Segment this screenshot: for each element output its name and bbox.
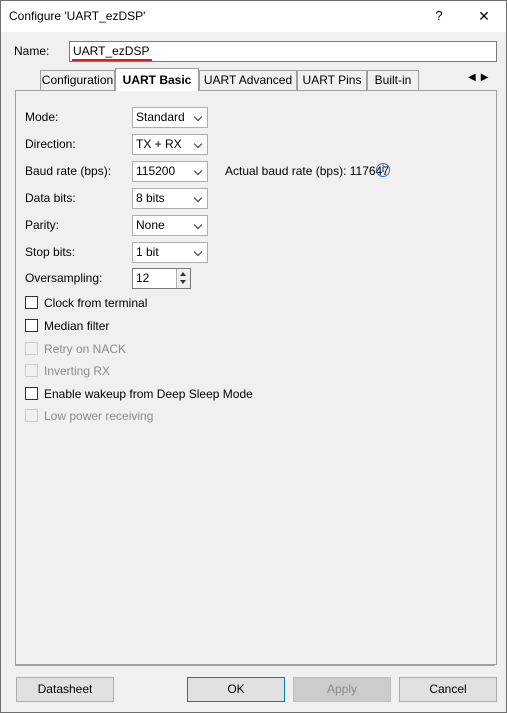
median-filter-label[interactable]: Median filter — [44, 319, 109, 333]
direction-select[interactable]: TX + RX — [132, 134, 208, 155]
window-title: Configure 'UART_ezDSP' — [9, 9, 146, 23]
stop-bits-value: 1 bit — [136, 245, 159, 259]
mode-label: Mode: — [25, 110, 59, 124]
name-field[interactable]: UART_ezDSP — [69, 41, 497, 62]
data-bits-select[interactable]: 8 bits — [132, 188, 208, 209]
tab-uart-basic[interactable]: UART Basic — [115, 68, 199, 91]
mode-value: Standard — [136, 110, 185, 124]
data-bits-label: Data bits: — [25, 191, 76, 205]
name-label: Name: — [14, 44, 50, 58]
chevron-down-icon — [193, 139, 203, 149]
tab-scroll-left-icon[interactable]: ◀ — [468, 72, 481, 83]
enable-wakeup-label[interactable]: Enable wakeup from Deep Sleep Mode — [44, 387, 253, 401]
low-power-receiving-label: Low power receiving — [44, 409, 154, 423]
stop-bits-label: Stop bits: — [25, 245, 76, 259]
stepper-buttons — [176, 269, 190, 288]
low-power-receiving-checkbox — [25, 409, 38, 422]
help-icon[interactable]: ? — [429, 5, 449, 27]
baud-rate-label: Baud rate (bps): — [25, 164, 112, 178]
direction-value: TX + RX — [136, 137, 182, 151]
chevron-down-icon — [193, 220, 203, 230]
tab-built-in[interactable]: Built-in — [367, 70, 419, 90]
stepper-up-icon[interactable] — [180, 272, 186, 276]
parity-value: None — [136, 218, 165, 232]
apply-button: Apply — [293, 677, 391, 702]
oversampling-stepper[interactable]: 12 — [132, 268, 191, 289]
tab-uart-pins[interactable]: UART Pins — [297, 70, 367, 90]
baud-rate-value: 115200 — [136, 164, 176, 178]
tab-scroll-right-icon[interactable]: ▶ — [481, 72, 494, 83]
mode-select[interactable]: Standard — [132, 107, 208, 128]
direction-label: Direction: — [25, 137, 76, 151]
median-filter-checkbox[interactable] — [25, 319, 38, 332]
baud-rate-select[interactable]: 115200 — [132, 161, 208, 182]
stepper-down-icon[interactable] — [180, 280, 186, 284]
inverting-rx-checkbox — [25, 364, 38, 377]
info-icon[interactable]: i — [376, 163, 390, 177]
chevron-down-icon — [193, 166, 203, 176]
chevron-down-icon — [193, 112, 203, 122]
chevron-down-icon — [193, 247, 203, 257]
tab-scroll[interactable]: ◀▶ — [468, 72, 493, 83]
datasheet-button[interactable]: Datasheet — [16, 677, 114, 702]
divider — [15, 665, 495, 666]
data-bits-value: 8 bits — [136, 191, 165, 205]
inverting-rx-label: Inverting RX — [44, 364, 111, 378]
oversampling-value: 12 — [136, 271, 150, 285]
oversampling-label: Oversampling: — [25, 271, 103, 285]
parity-select[interactable]: None — [132, 215, 208, 236]
parity-label: Parity: — [25, 218, 60, 232]
configure-dialog: Configure 'UART_ezDSP' ? ✕ Name: UART_ez… — [0, 0, 507, 713]
chevron-down-icon — [193, 193, 203, 203]
retry-on-nack-label: Retry on NACK — [44, 342, 127, 356]
spellcheck-underline — [72, 59, 152, 61]
tab-configuration[interactable]: Configuration — [40, 70, 115, 90]
enable-wakeup-checkbox[interactable] — [25, 387, 38, 400]
clock-from-terminal-label[interactable]: Clock from terminal — [44, 296, 147, 310]
stop-bits-select[interactable]: 1 bit — [132, 242, 208, 263]
tab-uart-advanced[interactable]: UART Advanced — [199, 70, 297, 90]
clock-from-terminal-checkbox[interactable] — [25, 296, 38, 309]
close-icon[interactable]: ✕ — [473, 5, 495, 27]
title-bar: Configure 'UART_ezDSP' ? ✕ — [1, 1, 506, 32]
cancel-button[interactable]: Cancel — [399, 677, 497, 702]
retry-on-nack-checkbox — [25, 342, 38, 355]
ok-button[interactable]: OK — [187, 677, 285, 702]
name-value: UART_ezDSP — [73, 44, 150, 58]
actual-baud-rate: Actual baud rate (bps): 117647 — [225, 164, 389, 178]
